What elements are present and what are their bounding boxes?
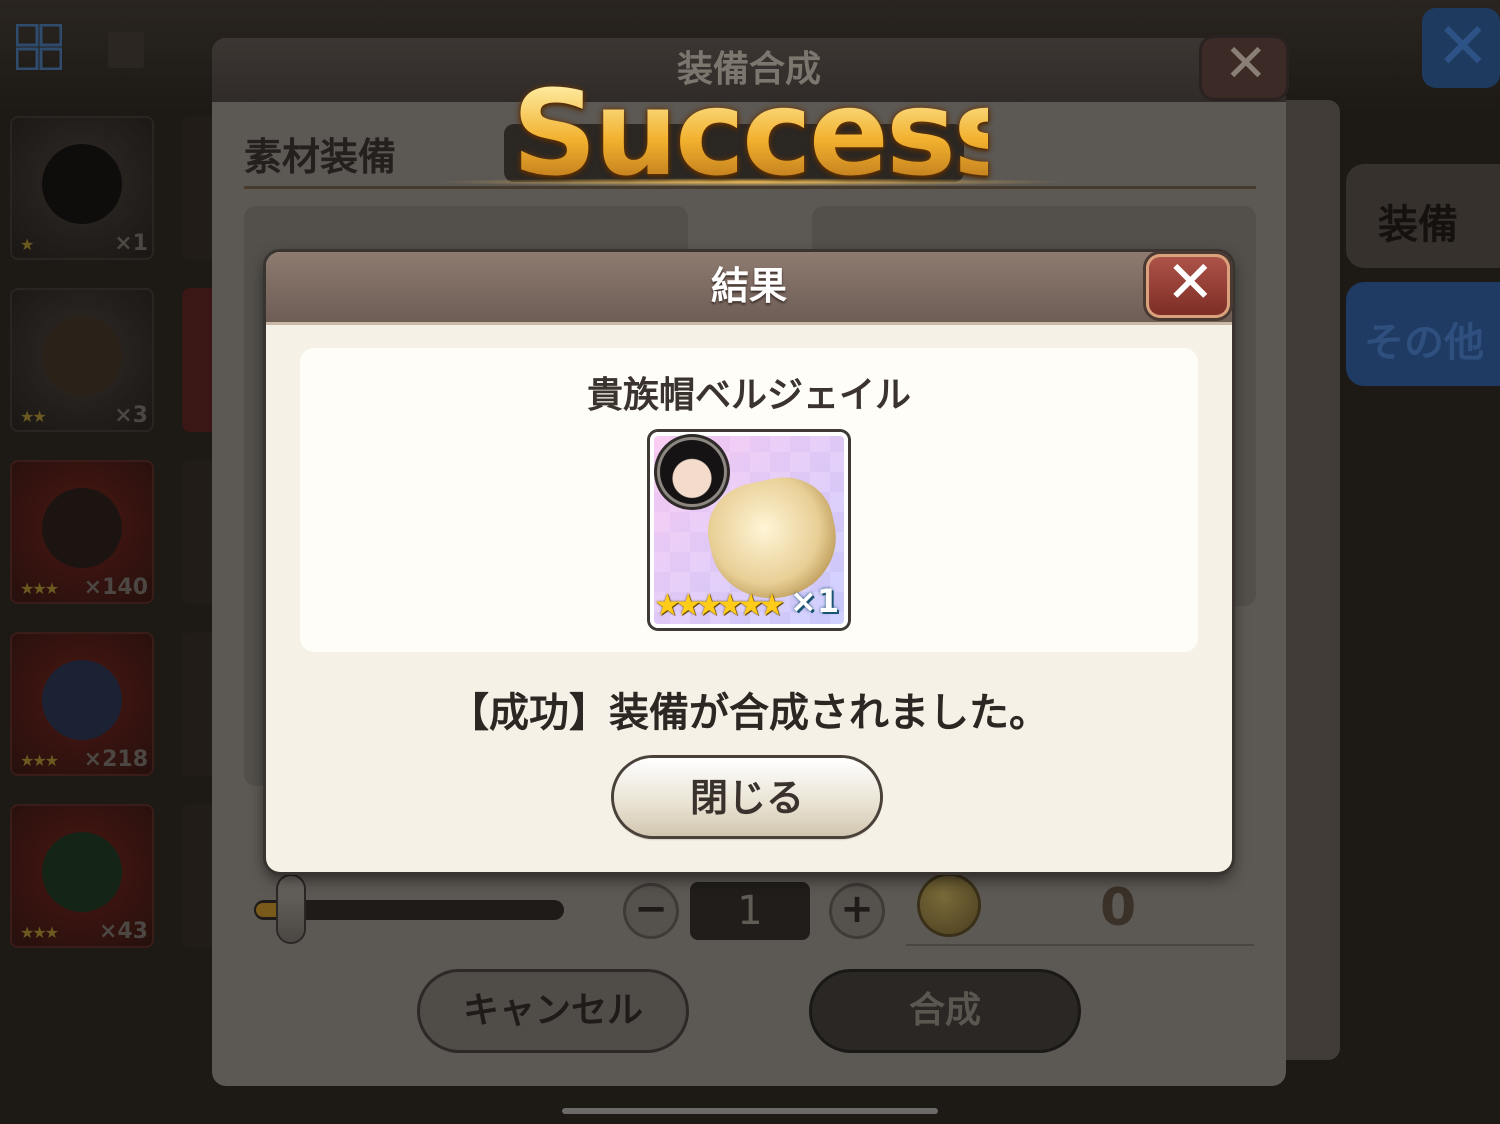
inventory-tile[interactable]: ★★★ ×140	[10, 460, 154, 604]
coin-icon	[920, 876, 978, 934]
result-close-button[interactable]: ✕	[1146, 248, 1230, 318]
item-count: ×1	[790, 582, 840, 620]
item-icon	[42, 660, 122, 740]
tile-stars: ★★★	[20, 579, 59, 598]
tab-equipment[interactable]: 装備	[1346, 164, 1500, 268]
plus-button[interactable]: +	[832, 886, 882, 936]
close-icon: ✕	[1224, 34, 1268, 94]
item-icon	[42, 832, 122, 912]
tile-stars: ★	[20, 235, 34, 254]
inventory-tile[interactable]: ★★★ ×218	[10, 632, 154, 776]
dialog-side-shadow	[1286, 100, 1340, 1060]
minus-button[interactable]: −	[626, 886, 676, 936]
synthesis-close-button[interactable]: ✕	[1202, 34, 1286, 98]
inventory-tile[interactable]: ★★ ×3	[10, 288, 154, 432]
close-button[interactable]: 閉じる	[614, 758, 880, 836]
item-card[interactable]: ★★★★★★ ×1	[650, 432, 848, 628]
tile-count: ×1	[114, 231, 148, 256]
item-icon	[42, 144, 122, 224]
tile-stars: ★★	[20, 407, 47, 426]
inventory-tile[interactable]: ★ ×1	[10, 116, 154, 260]
close-icon: ✕	[1436, 10, 1490, 84]
tile-stars: ★★★	[20, 751, 59, 770]
rarity-stars: ★★★★★★	[654, 588, 785, 623]
tab-other[interactable]: その他	[1346, 282, 1500, 386]
result-message: 【成功】装備が合成されました。	[449, 690, 1049, 736]
item-icon	[42, 488, 122, 568]
cancel-button[interactable]: キャンセル	[420, 972, 686, 1050]
item-icon	[42, 316, 122, 396]
tile-count: ×218	[83, 747, 148, 772]
home-indicator	[562, 1108, 938, 1114]
close-icon: ✕	[1166, 248, 1215, 316]
header-divider	[266, 322, 1232, 325]
material-label: 素材装備	[244, 135, 397, 179]
inventory-tile[interactable]: ★★★ ×43	[10, 804, 154, 948]
slider-handle[interactable]	[278, 876, 304, 942]
synthesize-button[interactable]: 合成	[812, 972, 1078, 1050]
square-icon[interactable]	[108, 32, 144, 68]
tab-label: その他	[1364, 320, 1484, 366]
grid-menu-icon[interactable]	[16, 24, 62, 70]
tile-count: ×140	[83, 575, 148, 600]
result-dialog-title: 結果	[710, 264, 787, 308]
cost-underline	[906, 944, 1254, 946]
item-name: 貴族帽ベルジェイル	[586, 375, 911, 416]
tile-count: ×43	[98, 919, 148, 944]
tab-label: 装備	[1378, 202, 1458, 248]
tile-stars: ★★★	[20, 923, 59, 942]
character-portrait	[660, 440, 724, 504]
success-banner: Success	[512, 64, 1023, 202]
cost-value: 0	[1100, 878, 1137, 938]
tile-count: ×3	[114, 403, 148, 428]
quantity-field[interactable]: 1	[690, 882, 810, 940]
screen-close-button[interactable]: ✕	[1422, 8, 1500, 88]
